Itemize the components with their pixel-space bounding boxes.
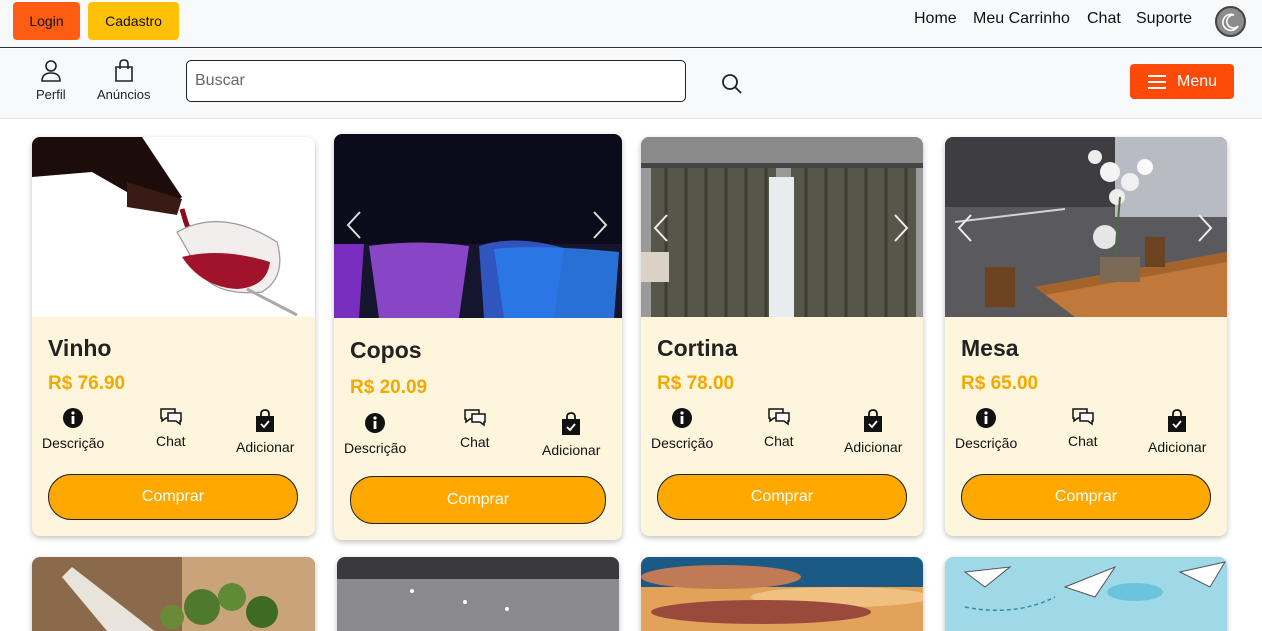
hamburger-icon — [1147, 74, 1166, 89]
product-title: Mesa — [961, 335, 1019, 361]
bag-check-icon — [1168, 409, 1187, 432]
chat-button[interactable]: Chat — [1068, 407, 1098, 449]
info-icon — [63, 408, 84, 428]
add-label: Adicionar — [542, 442, 601, 458]
product-card: Copos R$ 20.09 Descrição Chat Adicionar … — [334, 134, 622, 540]
chevron-right-icon[interactable] — [893, 213, 909, 243]
product-card: Mesa R$ 65.00 Descrição Chat Adicionar C… — [945, 137, 1227, 536]
description-button[interactable]: Descrição — [344, 412, 406, 456]
add-label: Adicionar — [844, 439, 903, 455]
search-input[interactable] — [186, 60, 686, 102]
product-title: Copos — [350, 337, 422, 363]
chat-button[interactable]: Chat — [764, 407, 794, 449]
secondary-navbar: Perfil Anúncios Menu — [0, 49, 1262, 119]
chevron-left-icon[interactable] — [346, 210, 362, 240]
chevron-right-icon[interactable] — [592, 210, 608, 240]
bag-check-icon — [256, 409, 275, 432]
info-icon — [672, 408, 693, 428]
description-button[interactable]: Descrição — [42, 407, 104, 451]
chat-button[interactable]: Chat — [460, 408, 490, 450]
product-card-image[interactable] — [641, 557, 923, 631]
product-price: R$ 78.00 — [657, 373, 735, 394]
nav-cart-link[interactable]: Meu Carrinho — [973, 10, 1070, 28]
product-price: R$ 20.09 — [350, 377, 428, 398]
bag-check-icon — [864, 409, 883, 432]
chat-bubbles-icon — [464, 409, 486, 427]
chat-bubbles-icon — [1072, 408, 1094, 426]
chevron-left-icon[interactable] — [957, 213, 973, 243]
add-to-cart-button[interactable]: Adicionar — [844, 409, 902, 455]
description-button[interactable]: Descrição — [955, 407, 1017, 451]
search-button[interactable] — [720, 72, 744, 101]
shopping-bag-icon — [114, 59, 133, 82]
cadastro-button[interactable]: Cadastro — [88, 2, 179, 40]
product-price: R$ 76.90 — [48, 373, 126, 394]
search-icon — [722, 74, 742, 94]
buy-button[interactable]: Comprar — [657, 474, 907, 520]
description-label: Descrição — [955, 435, 1018, 451]
chat-button[interactable]: Chat — [156, 407, 186, 449]
add-to-cart-button[interactable]: Adicionar — [542, 412, 600, 458]
perfil-label: Perfil — [36, 87, 66, 102]
nav-home-link[interactable]: Home — [914, 10, 957, 28]
chat-bubbles-icon — [160, 408, 182, 426]
product-image — [32, 137, 315, 317]
info-icon — [976, 408, 997, 428]
anuncios-label: Anúncios — [97, 87, 151, 102]
product-card-image[interactable] — [337, 557, 619, 631]
product-title: Cortina — [657, 335, 738, 361]
product-title: Vinho — [48, 335, 112, 361]
add-to-cart-button[interactable]: Adicionar — [236, 409, 294, 455]
product-price: R$ 65.00 — [961, 373, 1039, 394]
chevron-right-icon[interactable] — [1197, 213, 1213, 243]
product-card-image[interactable] — [945, 557, 1227, 631]
description-button[interactable]: Descrição — [651, 407, 713, 451]
user-icon — [41, 60, 61, 82]
chat-label: Chat — [460, 434, 490, 450]
buy-button[interactable]: Comprar — [961, 474, 1211, 520]
login-button[interactable]: Login — [13, 2, 80, 40]
add-to-cart-button[interactable]: Adicionar — [1148, 409, 1206, 455]
anuncios-link[interactable]: Anúncios — [97, 59, 150, 102]
perfil-link[interactable]: Perfil — [36, 59, 66, 102]
info-icon — [365, 413, 386, 433]
chevron-left-icon[interactable] — [653, 213, 669, 243]
menu-label: Menu — [1176, 72, 1218, 90]
product-card-image[interactable] — [32, 557, 315, 631]
buy-button[interactable]: Comprar — [350, 476, 606, 524]
moon-icon — [1221, 13, 1239, 31]
add-label: Adicionar — [236, 439, 295, 455]
product-image — [945, 137, 1227, 317]
menu-button[interactable]: Menu — [1130, 64, 1234, 99]
chat-label: Chat — [764, 433, 794, 449]
theme-toggle-button[interactable] — [1215, 6, 1246, 37]
description-label: Descrição — [344, 440, 407, 456]
chat-bubbles-icon — [768, 408, 790, 426]
nav-chat-link[interactable]: Chat — [1087, 10, 1121, 28]
chat-label: Chat — [1068, 433, 1098, 449]
product-image — [641, 137, 923, 317]
top-navbar: Login Cadastro Home Meu Carrinho Chat Su… — [0, 0, 1262, 48]
description-label: Descrição — [42, 435, 105, 451]
description-label: Descrição — [651, 435, 714, 451]
add-label: Adicionar — [1148, 439, 1207, 455]
product-card: Cortina R$ 78.00 Descrição Chat Adiciona… — [641, 137, 923, 536]
chat-label: Chat — [156, 433, 186, 449]
buy-button[interactable]: Comprar — [48, 474, 298, 520]
product-image — [334, 134, 622, 318]
nav-support-link[interactable]: Suporte — [1136, 10, 1192, 28]
bag-check-icon — [562, 412, 581, 435]
product-card: Vinho R$ 76.90 Descrição Chat Adicionar … — [32, 137, 315, 536]
